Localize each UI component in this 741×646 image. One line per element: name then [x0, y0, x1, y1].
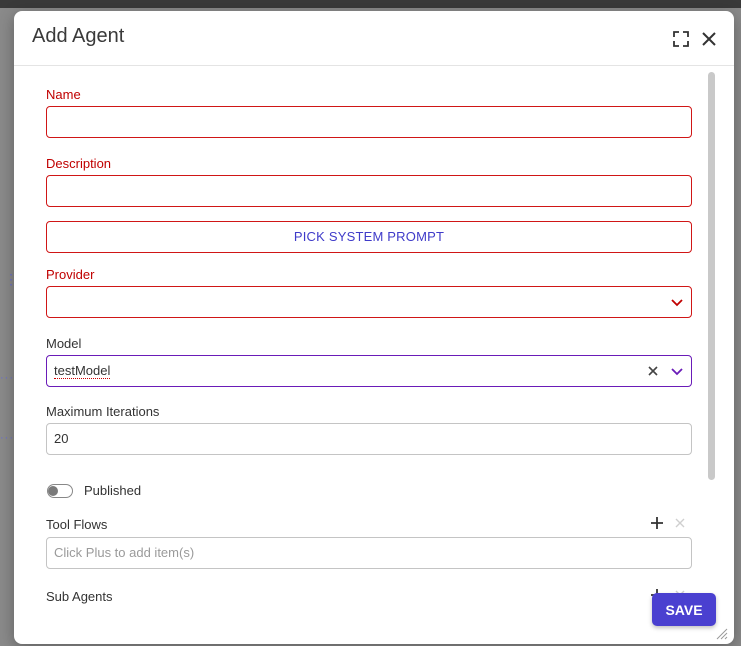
max-iterations-input[interactable]: 20 [46, 423, 692, 455]
dialog-header: Add Agent [14, 11, 734, 66]
provider-label: Provider [46, 267, 95, 282]
tool-flows-label: Tool Flows [46, 517, 108, 532]
description-input[interactable] [46, 175, 692, 207]
add-tool-flow-plus-icon[interactable] [649, 515, 665, 531]
name-input[interactable] [46, 106, 692, 138]
model-value: testModel [54, 363, 111, 379]
toggle-knob [48, 486, 58, 496]
sub-agents-label: Sub Agents [46, 589, 113, 604]
chevron-down-icon[interactable] [669, 294, 685, 310]
close-icon[interactable] [698, 28, 720, 50]
name-label: Name [46, 87, 81, 102]
backdrop-header [0, 0, 741, 8]
max-iterations-label: Maximum Iterations [46, 404, 160, 419]
background-dots: ··· [0, 372, 14, 384]
scrollbar[interactable] [708, 72, 715, 480]
provider-select[interactable] [46, 286, 692, 318]
dialog-title: Add Agent [32, 25, 125, 47]
max-iterations-value: 20 [54, 431, 69, 446]
dialog-content[interactable]: Name Description PICK SYSTEM PROMPT Prov… [14, 66, 734, 644]
remove-tool-flow-icon [675, 518, 685, 528]
add-agent-dialog: Add Agent Name Description PICK SYSTEM P… [14, 11, 734, 644]
pick-system-prompt-button[interactable]: PICK SYSTEM PROMPT [46, 221, 692, 253]
model-label: Model [46, 336, 82, 351]
description-label: Description [46, 156, 112, 171]
tool-flows-input[interactable]: Click Plus to add item(s) [46, 537, 692, 569]
fullscreen-icon[interactable] [670, 28, 692, 50]
published-label: Published [84, 483, 142, 498]
clear-icon[interactable] [645, 363, 661, 379]
resize-grip-icon[interactable] [712, 624, 728, 640]
model-select[interactable]: testModel [46, 355, 692, 387]
save-button[interactable]: SAVE [652, 593, 716, 626]
chevron-down-icon[interactable] [669, 363, 685, 379]
background-dots: ··· [0, 432, 14, 444]
published-toggle[interactable] [47, 484, 73, 498]
tool-flows-placeholder: Click Plus to add item(s) [54, 545, 195, 560]
